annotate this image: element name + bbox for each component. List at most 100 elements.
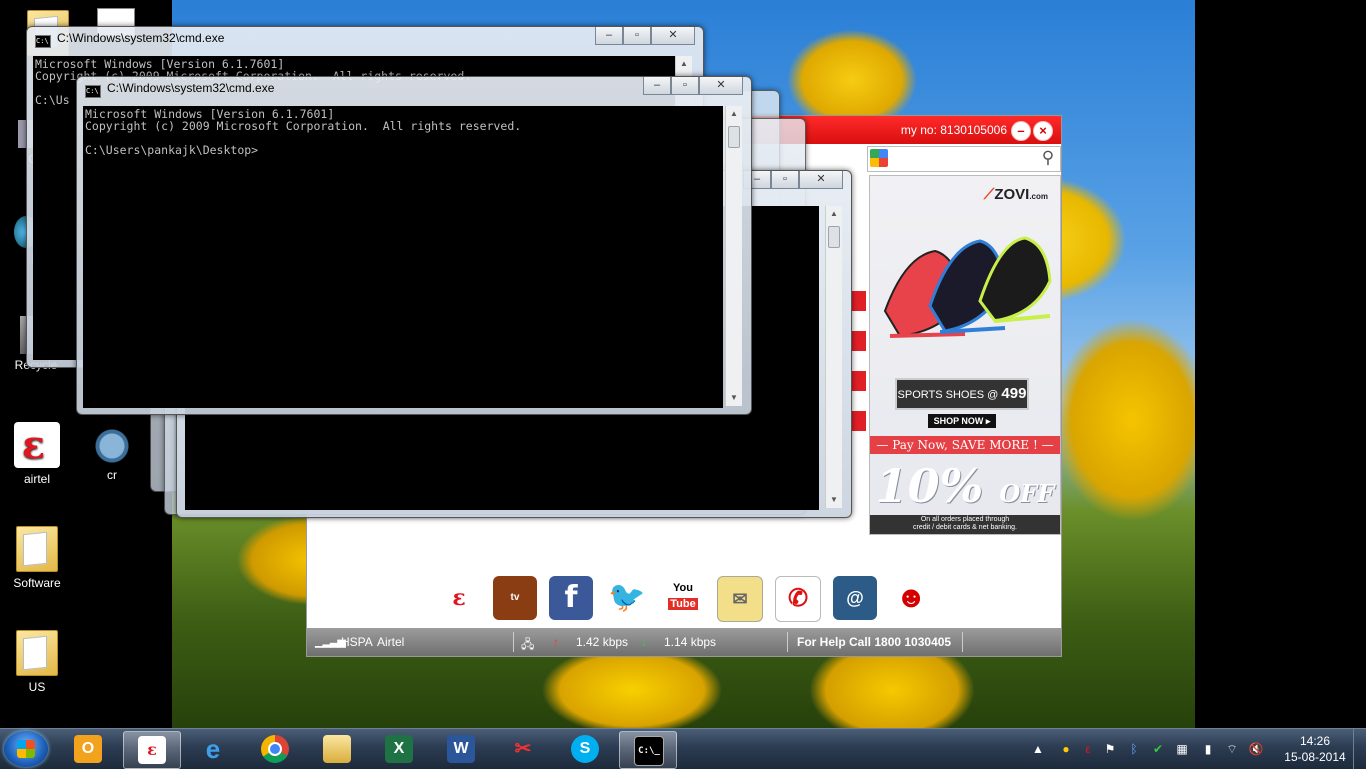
show-desktop-button[interactable] bbox=[1353, 729, 1366, 769]
airtel-content-strip bbox=[852, 291, 866, 441]
close-button[interactable]: ✕ bbox=[651, 27, 695, 45]
status-divider bbox=[962, 632, 963, 652]
facebook-icon[interactable]: f bbox=[549, 576, 593, 620]
folder-icon bbox=[16, 526, 58, 572]
download-arrow-icon: ↓ bbox=[641, 635, 647, 649]
taskbar-clock[interactable]: 14:26 15-08-2014 bbox=[1282, 733, 1348, 765]
google-search-input[interactable]: ⚲ bbox=[867, 146, 1061, 172]
maximize-button[interactable]: ▫ bbox=[623, 27, 651, 45]
support-icon[interactable]: ☻ bbox=[889, 576, 933, 620]
maximize-button[interactable]: ▫ bbox=[671, 77, 699, 95]
vertical-scrollbar[interactable]: ▲ ▼ bbox=[825, 206, 842, 508]
airtel-tray-icon[interactable]: ε bbox=[1080, 741, 1096, 757]
upload-arrow-icon: ↑ bbox=[553, 635, 559, 649]
airtel-app-icon-bar: ε tv f 🐦 You Tube ✉ ✆ @ ☻ bbox=[437, 576, 933, 622]
start-button[interactable] bbox=[4, 731, 48, 767]
ad-footnote: On all orders placed through credit / de… bbox=[870, 515, 1060, 534]
console-line: Copyright (c) 2009 Microsoft Corporation… bbox=[85, 119, 522, 133]
taskbar-airtel[interactable]: ε bbox=[123, 731, 181, 769]
status-divider bbox=[513, 632, 514, 652]
airtel-tv-icon[interactable]: tv bbox=[493, 576, 537, 620]
chrome-icon bbox=[261, 735, 289, 763]
minimize-button[interactable]: – bbox=[643, 77, 671, 95]
show-hidden-icons-chevron-icon[interactable]: ▲ bbox=[1030, 741, 1046, 757]
desktop-icon-cr[interactable]: cr bbox=[80, 428, 144, 482]
search-icon[interactable]: ⚲ bbox=[1038, 148, 1058, 168]
desktop-icon-airtel[interactable]: airtel bbox=[5, 422, 69, 486]
action-center-flag-icon[interactable]: ⚑ bbox=[1102, 741, 1118, 757]
network-icon[interactable]: ▦ bbox=[1174, 741, 1190, 757]
bluetooth-icon[interactable]: ᛒ bbox=[1126, 741, 1142, 757]
desktop-icon-label: cr bbox=[107, 468, 117, 482]
window-caption-buttons: – ▫ ✕ bbox=[643, 77, 743, 95]
console-output[interactable]: Microsoft Windows [Version 6.1.7601] Copy… bbox=[83, 106, 723, 408]
taskbar-excel[interactable]: X bbox=[371, 731, 427, 767]
cmd-icon: C:\ bbox=[85, 85, 101, 98]
notification-icon[interactable]: ● bbox=[1058, 741, 1074, 757]
scroll-thumb[interactable] bbox=[728, 126, 740, 148]
twitter-icon[interactable]: 🐦 bbox=[605, 576, 649, 620]
scroll-up-arrow-icon[interactable]: ▲ bbox=[826, 206, 842, 222]
ad-footnote-line2: credit / debit cards & net banking. bbox=[913, 524, 1017, 531]
shop-now-button[interactable]: SHOP NOW ▸ bbox=[928, 414, 996, 428]
shoes-image bbox=[883, 236, 1052, 338]
airtel-status-bar: ▁▂▃▅ HSPA Airtel 🖧 ↑ 1.42 kbps ↓ 1.14 kb… bbox=[307, 628, 1061, 656]
excel-icon: X bbox=[385, 735, 413, 763]
scroll-down-arrow-icon[interactable]: ▼ bbox=[826, 492, 842, 508]
airtel-logo-icon bbox=[14, 422, 60, 468]
desktop-icon-label: airtel bbox=[23, 472, 50, 486]
airtel-minimize-button[interactable]: – bbox=[1011, 121, 1031, 141]
zovi-advertisement[interactable]: ⟋ZOVI.com SPORTS SHOES @ 499 SHOP NOW ▸ … bbox=[869, 175, 1061, 535]
maximize-button[interactable]: ▫ bbox=[771, 171, 799, 189]
sports-shoes-price-box: SPORTS SHOES @ 499 bbox=[895, 378, 1029, 410]
volume-muted-icon[interactable]: 🔇 bbox=[1248, 741, 1264, 757]
desktop-icon-us[interactable]: US bbox=[5, 630, 69, 694]
phone-icon[interactable]: ✆ bbox=[775, 576, 821, 622]
my-number-label: my no: 8130105006 bbox=[900, 123, 1007, 137]
skype-icon: S bbox=[571, 735, 599, 763]
taskbar-snipping-tool[interactable]: ✂ bbox=[495, 731, 551, 767]
scroll-up-arrow-icon[interactable]: ▲ bbox=[726, 106, 742, 122]
clock-time: 14:26 bbox=[1299, 734, 1331, 748]
scroll-up-arrow-icon[interactable]: ▲ bbox=[676, 56, 692, 72]
sms-icon[interactable]: ✉ bbox=[717, 576, 763, 622]
minimize-button[interactable]: – bbox=[595, 27, 623, 45]
taskbar-outlook[interactable]: O bbox=[60, 731, 116, 767]
taskbar-chrome[interactable] bbox=[247, 731, 303, 767]
close-button[interactable]: ✕ bbox=[799, 171, 843, 189]
vertical-scrollbar[interactable]: ▲ ▼ bbox=[725, 106, 742, 406]
google-icon bbox=[870, 149, 888, 167]
taskbar-word[interactable]: W bbox=[433, 731, 489, 767]
wifi-icon[interactable]: ⌔ bbox=[1224, 741, 1240, 757]
taskbar: O ε e X W ✂ S C:\_ ▲ ● ε ⚑ ᛒ ✔ ▦ ▮ ⌔ 🔇 1… bbox=[0, 728, 1366, 769]
taskbar-skype[interactable]: S bbox=[557, 731, 613, 767]
scroll-thumb[interactable] bbox=[828, 226, 840, 248]
desktop-icon-software[interactable]: Software bbox=[5, 526, 69, 590]
close-button[interactable]: ✕ bbox=[699, 77, 743, 95]
youtube-icon[interactable]: You Tube bbox=[661, 576, 705, 620]
pay-now-banner: — Pay Now, SAVE MORE ! — bbox=[870, 436, 1060, 454]
phonebook-icon[interactable]: @ bbox=[833, 576, 877, 620]
desktop-black-area bbox=[1195, 0, 1366, 730]
word-icon: W bbox=[447, 735, 475, 763]
cmd-icon: C:\ bbox=[35, 35, 51, 48]
gear-icon bbox=[94, 428, 130, 464]
airtel-icon[interactable]: ε bbox=[437, 576, 481, 620]
folder-icon bbox=[16, 630, 58, 676]
security-icon[interactable]: ✔ bbox=[1150, 741, 1166, 757]
clock-date: 15-08-2014 bbox=[1284, 750, 1346, 764]
outlook-icon: O bbox=[74, 735, 102, 763]
status-divider bbox=[787, 632, 788, 652]
upload-speed: 1.42 kbps bbox=[576, 635, 629, 649]
window-title: C:\ C:\Windows\system32\cmd.exe bbox=[85, 81, 274, 98]
scissors-icon: ✂ bbox=[514, 738, 532, 760]
console-prompt: C:\Users\pankajk\Desktop> bbox=[85, 143, 259, 157]
airtel-close-button[interactable]: × bbox=[1033, 121, 1053, 141]
battery-icon[interactable]: ▮ bbox=[1200, 741, 1216, 757]
cmd-window-front[interactable]: C:\ C:\Windows\system32\cmd.exe – ▫ ✕ Mic… bbox=[76, 76, 752, 415]
taskbar-cmd[interactable]: C:\_ bbox=[619, 731, 677, 769]
window-caption-buttons: – ▫ ✕ bbox=[743, 171, 843, 189]
scroll-down-arrow-icon[interactable]: ▼ bbox=[726, 390, 742, 406]
taskbar-internet-explorer[interactable]: e bbox=[185, 731, 241, 767]
taskbar-explorer[interactable] bbox=[309, 731, 365, 767]
